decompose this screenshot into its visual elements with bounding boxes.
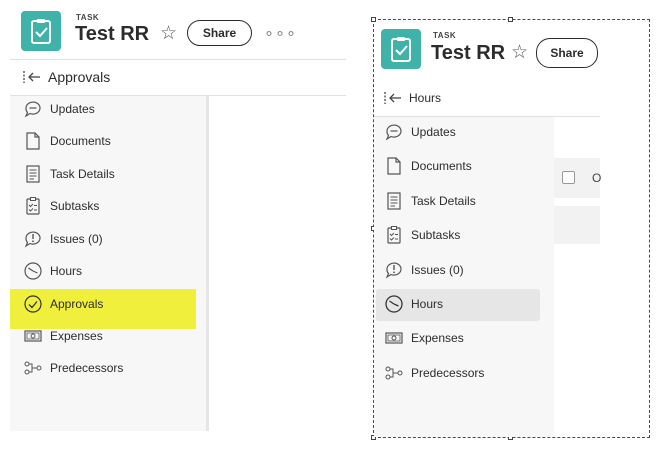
current-section-label: Hours — [409, 91, 442, 105]
share-button[interactable]: Share — [536, 38, 598, 68]
nav-item-label: Expenses — [411, 331, 464, 345]
nav-item-subtasks[interactable]: Subtasks — [23, 196, 99, 216]
clock-icon — [384, 294, 404, 314]
predecessors-icon — [384, 363, 404, 383]
task-clipboard-icon — [21, 11, 61, 51]
task-title: Test RR — [431, 42, 506, 64]
issue-icon — [23, 229, 43, 249]
nav-item-label: Issues (0) — [411, 263, 464, 277]
current-section-header[interactable]: Hours — [383, 90, 441, 106]
nav-item-approvals[interactable]: Approvals — [23, 294, 103, 314]
nav-item-label: Subtasks — [411, 228, 461, 242]
nav-item-label: Predecessors — [411, 366, 485, 380]
nav-item-label: Documents — [50, 134, 111, 148]
nav-item-task-details[interactable]: Task Details — [23, 164, 115, 184]
nav-item-updates[interactable]: Updates — [23, 99, 95, 119]
nav-item-label: Task Details — [50, 167, 115, 181]
expenses-icon — [23, 326, 43, 346]
collapse-nav-icon[interactable] — [22, 69, 42, 85]
subtasks-icon — [23, 196, 43, 216]
expenses-icon — [384, 328, 404, 348]
nav-item-issues[interactable]: Issues (0) — [23, 229, 103, 249]
nav-item-label: Approvals — [50, 297, 104, 311]
task-title: Test RR — [75, 23, 150, 45]
nav-item-label: Predecessors — [50, 361, 124, 375]
right-panel: TASK Test RR ☆ Share Hours O Updates Doc… — [350, 0, 656, 455]
nav-item-hours[interactable]: Hours — [23, 261, 82, 281]
subtasks-icon — [384, 225, 404, 245]
nav-item-hours[interactable]: Hours — [384, 294, 443, 314]
clock-icon — [23, 261, 43, 281]
more-options-icon[interactable]: ∘∘∘ — [264, 23, 297, 43]
select-all-checkbox[interactable] — [562, 171, 575, 184]
current-section-header[interactable]: Approvals — [22, 69, 110, 85]
nav-item-label: Updates — [50, 102, 95, 116]
document-icon — [384, 156, 404, 176]
left-nav-edge — [206, 96, 209, 431]
nav-item-label: Issues (0) — [50, 232, 103, 246]
approval-check-icon — [23, 294, 43, 314]
nav-item-expenses[interactable]: Expenses — [384, 328, 464, 348]
nav-item-label: Documents — [411, 159, 472, 173]
resize-handle[interactable] — [508, 17, 513, 22]
task-type-label: TASK — [76, 13, 100, 22]
nav-item-documents[interactable]: Documents — [384, 156, 472, 176]
speech-bubble-icon — [384, 122, 404, 142]
task-type-label: TASK — [433, 31, 457, 40]
nav-item-subtasks[interactable]: Subtasks — [384, 225, 460, 245]
favorite-star-icon[interactable]: ☆ — [160, 22, 177, 45]
task-details-icon — [384, 191, 404, 211]
left-panel: TASK Test RR ☆ Share ∘∘∘ Approvals Updat… — [0, 0, 350, 455]
document-icon — [23, 131, 43, 151]
speech-bubble-icon — [23, 99, 43, 119]
collapse-nav-icon[interactable] — [383, 90, 403, 106]
nav-item-predecessors[interactable]: Predecessors — [384, 363, 484, 383]
share-button[interactable]: Share — [187, 20, 252, 46]
column-header-stub: O — [592, 171, 602, 185]
nav-item-label: Expenses — [50, 329, 103, 343]
nav-item-expenses[interactable]: Expenses — [23, 326, 103, 346]
nav-item-label: Hours — [411, 297, 444, 311]
nav-item-label: Subtasks — [50, 199, 100, 213]
nav-item-label: Hours — [50, 264, 83, 278]
nav-item-documents[interactable]: Documents — [23, 131, 111, 151]
task-details-icon — [23, 164, 43, 184]
issue-icon — [384, 260, 404, 280]
current-section-label: Approvals — [48, 69, 111, 85]
nav-item-label: Updates — [411, 125, 456, 139]
resize-handle[interactable] — [371, 17, 376, 22]
favorite-star-icon[interactable]: ☆ — [511, 41, 528, 64]
predecessors-icon — [23, 358, 43, 378]
nav-item-label: Task Details — [411, 194, 476, 208]
task-clipboard-icon — [381, 29, 421, 69]
grid-data-row — [554, 206, 600, 244]
nav-item-task-details[interactable]: Task Details — [384, 191, 476, 211]
nav-item-issues[interactable]: Issues (0) — [384, 260, 464, 280]
header-divider — [10, 59, 346, 60]
nav-item-predecessors[interactable]: Predecessors — [23, 358, 123, 378]
nav-item-updates[interactable]: Updates — [384, 122, 456, 142]
